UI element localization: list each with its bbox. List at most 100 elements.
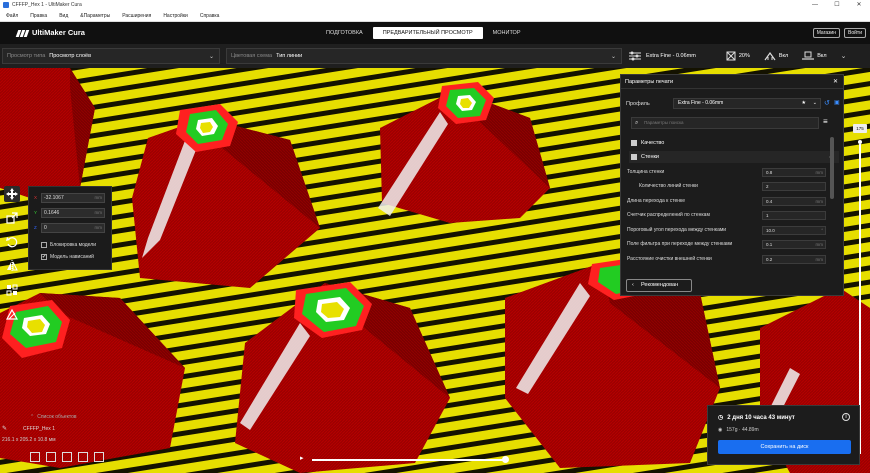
setting-value: 0.4 — [766, 199, 773, 204]
category-quality[interactable]: Качество ‹ — [629, 137, 839, 149]
menu-view[interactable]: Вид — [53, 13, 74, 19]
drop-down-model-label: Модель нависаний — [50, 254, 94, 260]
view-type-dropdown[interactable]: Просмотр типа Просмотр слоёв ⌄ — [2, 48, 220, 64]
adhesion-icon — [802, 51, 815, 60]
y-coordinate-field[interactable]: Y 0.1646 mm — [34, 208, 105, 218]
reset-icon[interactable]: ↺ — [824, 99, 830, 107]
color-scheme-label: Цветовая схема — [231, 53, 273, 59]
object-list-header[interactable]: Список объектов — [37, 414, 76, 420]
menu-settings[interactable]: &Параметры — [74, 13, 116, 19]
setting-wall-transition-angle-label: Пороговый угол перехода между стенками — [627, 227, 727, 233]
tab-preview[interactable]: ПРЕДВАРИТЕЛЬНЫЙ ПРОСМОТР — [372, 27, 483, 39]
brand-logo: UltiMaker Cura — [15, 28, 85, 37]
chevron-down-icon[interactable]: ⌄ — [841, 52, 847, 60]
x-coordinate-field[interactable]: X -32.1067 mm — [34, 193, 105, 203]
view-3d-icon[interactable] — [30, 452, 40, 462]
setting-wall-transition-filter-field[interactable]: 0.1 mm — [762, 240, 826, 249]
print-settings-title: Параметры печати — [625, 79, 674, 85]
setting-value: 0.2 — [766, 257, 773, 262]
recommended-button-label: Рекомендован — [641, 282, 679, 288]
minimize-button[interactable]: — — [804, 0, 826, 10]
scale-tool-button[interactable] — [4, 210, 20, 226]
info-icon[interactable]: i — [842, 413, 850, 421]
profile-dropdown[interactable]: Extra Fine - 0.06mm ★ ⌄ — [673, 98, 821, 109]
lock-model-label: Блокировка модели — [50, 242, 96, 248]
support-blocker-button[interactable] — [4, 306, 20, 322]
x-unit: mm — [94, 195, 103, 200]
chevron-left-icon: ‹ — [632, 282, 634, 288]
layer-number-badge[interactable]: 175 — [853, 124, 867, 133]
search-placeholder: Параметры поиска — [644, 120, 684, 125]
menu-help[interactable]: Справка — [194, 13, 226, 19]
category-walls[interactable]: Стенки ⌄ — [629, 151, 839, 163]
move-tool-button[interactable] — [4, 186, 20, 202]
object-dimensions: 216.1 x 205.2 x 10.8 мм — [2, 437, 56, 443]
maximize-button[interactable]: ☐ — [826, 0, 848, 10]
menu-edit[interactable]: Правка — [24, 13, 53, 19]
setting-value: 1 — [766, 213, 769, 218]
chevron-up-icon[interactable]: ⌃ — [30, 414, 34, 420]
setting-value: 10.0 — [766, 228, 775, 233]
profile-label: Профиль — [626, 101, 650, 107]
save-profile-icon[interactable]: ▣ — [834, 99, 840, 106]
menu-icon[interactable]: ≡ — [823, 117, 828, 126]
color-scheme-dropdown[interactable]: Цветовая схема Тип линии ⌄ — [226, 48, 622, 64]
print-estimate-panel: ◷ 2 дня 10 часа 43 минут i ◉ 157g · 44.8… — [707, 405, 860, 465]
menu-extensions[interactable]: Расширения — [116, 13, 157, 19]
play-icon[interactable]: ▸ — [300, 454, 304, 462]
setting-value: 2 — [766, 184, 769, 189]
rotate-tool-button[interactable] — [4, 234, 20, 250]
pencil-icon[interactable]: ✎ — [2, 425, 7, 432]
z-unit: mm — [94, 225, 103, 230]
y-value: 0.1646 — [44, 210, 60, 216]
print-setup-selector[interactable]: Extra Fine - 0.06mm 20% Вкл Вкл ⌄ — [622, 46, 870, 66]
setting-outer-wall-wipe-field[interactable]: 0.2 mm — [762, 255, 826, 264]
infill-icon — [726, 51, 736, 61]
setting-wall-line-count-field[interactable]: 2 — [762, 182, 826, 191]
setting-unit: mm — [815, 242, 824, 247]
tab-prepare[interactable]: ПОДГОТОВКА — [316, 27, 373, 39]
brand-name: UltiMaker Cura — [32, 28, 85, 37]
support-value: Вкл — [778, 53, 789, 59]
lock-model-checkbox[interactable]: Блокировка модели — [41, 242, 96, 248]
menu-preferences[interactable]: Настройки — [157, 13, 194, 19]
view-front-icon[interactable] — [46, 452, 56, 462]
drop-down-model-checkbox[interactable]: ✔ Модель нависаний — [41, 254, 94, 260]
close-icon[interactable]: ✕ — [833, 75, 838, 89]
close-window-button[interactable]: ✕ — [848, 0, 870, 10]
settings-search-input[interactable]: ⌕ Параметры поиска — [631, 117, 819, 129]
category-quality-label: Качество — [641, 140, 665, 146]
quality-icon — [631, 140, 637, 146]
marketplace-button[interactable]: Магазин — [812, 28, 840, 38]
chevron-down-icon: ⌄ — [208, 54, 214, 60]
per-model-settings-button[interactable] — [4, 282, 20, 298]
print-settings-header: Параметры печати ✕ — [621, 75, 843, 89]
view-top-icon[interactable] — [62, 452, 72, 462]
menu-file[interactable]: Файл — [0, 13, 24, 19]
hex-model-6 — [0, 68, 95, 198]
recommended-button[interactable]: ‹ Рекомендован — [626, 279, 692, 292]
setting-wall-distribution-count-field[interactable]: 1 — [762, 211, 826, 220]
app-icon — [3, 2, 9, 8]
path-playback-slider[interactable]: ▸ — [300, 454, 510, 464]
setting-wall-thickness-field[interactable]: 0.8 mm — [762, 168, 826, 177]
color-scheme-value: Тип линии — [276, 53, 303, 59]
z-coordinate-field[interactable]: Z 0 mm — [34, 223, 105, 233]
setting-wall-transition-length-field[interactable]: 0.4 mm — [762, 197, 826, 206]
setting-unit: ° — [821, 228, 823, 233]
view-right-icon[interactable] — [94, 452, 104, 462]
support-blocker-icon — [6, 308, 18, 320]
save-to-disk-button[interactable]: Сохранить на диск — [718, 440, 851, 454]
playback-handle[interactable] — [502, 456, 509, 463]
view-type-label: Просмотр типа — [7, 53, 46, 59]
ultimaker-logo-icon — [15, 29, 30, 37]
setting-wall-transition-angle-field[interactable]: 10.0 ° — [762, 226, 826, 235]
settings-scrollbar[interactable] — [830, 137, 834, 199]
tab-monitor[interactable]: МОНИТОР — [483, 27, 531, 39]
signin-button[interactable]: Войти — [844, 28, 866, 38]
view-left-icon[interactable] — [78, 452, 88, 462]
chevron-down-icon: ⌄ — [610, 54, 616, 60]
app-header: UltiMaker Cura ПОДГОТОВКА ПРЕДВАРИТЕЛЬНЫ… — [0, 22, 870, 44]
mirror-tool-button[interactable] — [4, 258, 20, 274]
setting-outer-wall-wipe-label: Расстояние очистки внешней стенки — [627, 256, 712, 262]
